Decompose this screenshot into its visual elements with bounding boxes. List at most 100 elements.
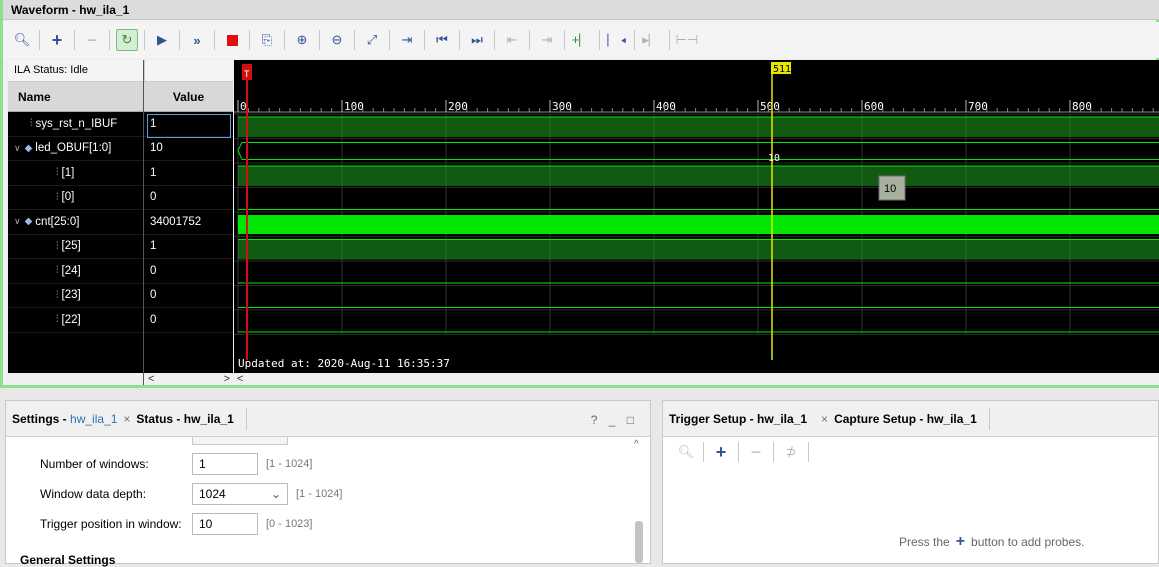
run-immediate-icon[interactable]: » xyxy=(186,29,208,51)
ruler-tick-label: 0 xyxy=(240,100,247,113)
ruler-background xyxy=(234,60,1159,114)
signal-icon: ⫶ xyxy=(30,118,33,130)
settings-tabbar: Settings - hw_ila_1 × Status - hw_ila_1 … xyxy=(6,401,650,437)
next-transition-icon[interactable]: ⇥ xyxy=(536,29,558,51)
search-icon[interactable]: 🔍︎ xyxy=(11,29,33,51)
prev-marker-icon[interactable]: ⎸◂ xyxy=(606,29,628,51)
remove-icon[interactable]: − xyxy=(745,441,767,463)
signal-row-cnt-25[interactable]: ⫶ [25] xyxy=(8,235,143,259)
signal-row-cnt[interactable]: ∨ ◆ cnt[25:0] xyxy=(8,210,143,235)
scroll-left-icon[interactable]: < xyxy=(237,373,243,385)
remove-icon[interactable]: − xyxy=(81,29,103,51)
toolbar-separator xyxy=(74,30,75,50)
window-depth-range: [1 - 1024] xyxy=(296,488,343,500)
window-controls[interactable]: ? _ □ xyxy=(591,413,638,427)
swap-cursor-icon[interactable]: ⊢⊣ xyxy=(676,29,699,51)
signal-value: 34001752 xyxy=(144,210,233,235)
add-marker-icon[interactable]: ⇥ xyxy=(396,29,418,51)
run-trigger-icon[interactable]: ↻ xyxy=(116,29,138,51)
signal-name: [23] xyxy=(61,289,81,302)
settings-vscrollbar[interactable]: ^ xyxy=(634,439,644,563)
signal-icon: ⫶ xyxy=(56,167,59,179)
scroll-up-icon[interactable]: ^ xyxy=(634,439,639,450)
value-column-header[interactable]: Value xyxy=(144,82,233,112)
trigger-position-input[interactable]: 10 xyxy=(192,513,258,535)
trigger-tabbar: Trigger Setup - hw_ila_1 × Capture Setup… xyxy=(663,401,1158,437)
selected-value-highlight xyxy=(147,114,231,138)
prev-transition-icon[interactable]: ⇤ xyxy=(501,29,523,51)
scroll-left-icon[interactable]: < xyxy=(148,373,154,385)
status-spacer xyxy=(144,60,233,82)
wave-display[interactable]: 0 100 200 300 400 500 600 700 800 T 511 10 10 Up… xyxy=(234,60,1159,385)
signal-icon: ⫶ xyxy=(56,314,59,326)
signal-row-led-0[interactable]: ⫶ [0] xyxy=(8,186,143,210)
high-level-fill xyxy=(238,239,1159,260)
bus-icon: ◆ xyxy=(24,216,33,228)
window-depth-select[interactable]: 1024 ⌄ xyxy=(192,483,288,505)
wave-hscrollbar[interactable]: < xyxy=(234,373,1159,385)
add-icon[interactable]: + xyxy=(710,441,732,463)
hint-text-before: Press the xyxy=(899,535,950,549)
signal-row-cnt-23[interactable]: ⫶ [23] xyxy=(8,284,143,308)
toolbar-separator xyxy=(39,30,40,50)
signal-row-cnt-24[interactable]: ⫶ [24] xyxy=(8,259,143,284)
add-icon[interactable]: + xyxy=(46,29,68,51)
chevron-down-icon[interactable]: ∨ xyxy=(14,143,21,154)
close-icon[interactable]: × xyxy=(123,412,130,426)
ruler-tick-label: 100 xyxy=(344,100,364,113)
ruler-tick-label: 600 xyxy=(864,100,884,113)
trigger-toolbar: 🔍︎ + − ⊅ xyxy=(663,437,1158,467)
tab-settings[interactable]: Settings - hw_ila_1 xyxy=(12,412,117,426)
signal-name: [25] xyxy=(61,240,81,253)
go-last-icon[interactable]: ⏭ xyxy=(466,29,488,51)
name-column-header[interactable]: Name xyxy=(8,82,143,112)
close-icon[interactable]: × xyxy=(821,412,828,426)
high-level-fill xyxy=(238,117,1159,137)
tab-status[interactable]: Status - hw_ila_1 xyxy=(136,412,233,426)
add-icon: + xyxy=(955,533,966,550)
signal-row-cnt-22[interactable]: ⫶ [22] xyxy=(8,308,143,333)
signal-value: 1 xyxy=(144,161,233,186)
stop-icon[interactable] xyxy=(221,29,243,51)
hint-text-after: button to add probes. xyxy=(971,535,1085,549)
go-first-icon[interactable]: ⏮ xyxy=(431,29,453,51)
export-icon[interactable]: ⎘ xyxy=(256,29,278,51)
ruler-tick-label: 400 xyxy=(656,100,676,113)
settings-panel: Settings - hw_ila_1 × Status - hw_ila_1 … xyxy=(5,400,651,567)
add-marker-2-icon[interactable]: +⎸ xyxy=(571,29,593,51)
tab-capture-setup[interactable]: Capture Setup - hw_ila_1 xyxy=(834,412,977,426)
high-level-fill xyxy=(238,166,1159,186)
toolbar-separator xyxy=(738,442,739,462)
run-icon[interactable]: ▶ xyxy=(151,29,173,51)
num-windows-range: [1 - 1024] xyxy=(266,458,313,470)
ruler-tick-label: 500 xyxy=(760,100,780,113)
signal-row-led-1[interactable]: ⫶ [1] xyxy=(8,161,143,186)
num-windows-input[interactable]: 1 xyxy=(192,453,258,475)
zoom-fit-icon[interactable]: ⤢ xyxy=(361,29,383,51)
signal-row-sys-rst[interactable]: ⫶ sys_rst_n_IBUF xyxy=(8,112,143,137)
num-windows-label: Number of windows: xyxy=(40,457,149,471)
toolbar-separator xyxy=(319,30,320,50)
signal-icon: ⫶ xyxy=(56,240,59,252)
trigger-condition-icon[interactable]: ⊅ xyxy=(780,441,802,463)
trigger-marker-label: T xyxy=(244,70,250,80)
wave-canvas[interactable]: 0 100 200 300 400 500 600 700 800 T 511 10 10 xyxy=(234,60,1159,373)
bus-trace xyxy=(237,142,1159,160)
waveform-panel: Waveform - hw_ila_1 🔍︎ + − ↻ ▶ » ⎘ ⊕ ⊖ ⤢… xyxy=(0,0,1159,388)
scroll-right-icon[interactable]: > xyxy=(224,373,230,385)
signal-name: [24] xyxy=(61,264,81,277)
window-depth-value: 1024 xyxy=(199,487,226,501)
next-marker-icon[interactable]: ▸⎸ xyxy=(641,29,663,51)
zoom-in-icon[interactable]: ⊕ xyxy=(291,29,313,51)
values-hscrollbar[interactable]: < > xyxy=(144,373,234,385)
toolbar-separator xyxy=(773,442,774,462)
signal-value: 0 xyxy=(144,186,233,210)
scroll-thumb[interactable] xyxy=(635,521,643,563)
search-icon[interactable]: 🔍︎ xyxy=(675,441,697,463)
names-hscrollbar[interactable] xyxy=(8,373,143,385)
signal-row-led-obuf[interactable]: ∨ ◆ led_OBUF[1:0] xyxy=(8,137,143,161)
toolbar-separator xyxy=(494,30,495,50)
tab-trigger-setup[interactable]: Trigger Setup - hw_ila_1 xyxy=(669,412,807,426)
chevron-down-icon[interactable]: ∨ xyxy=(14,216,21,227)
zoom-out-icon[interactable]: ⊖ xyxy=(326,29,348,51)
